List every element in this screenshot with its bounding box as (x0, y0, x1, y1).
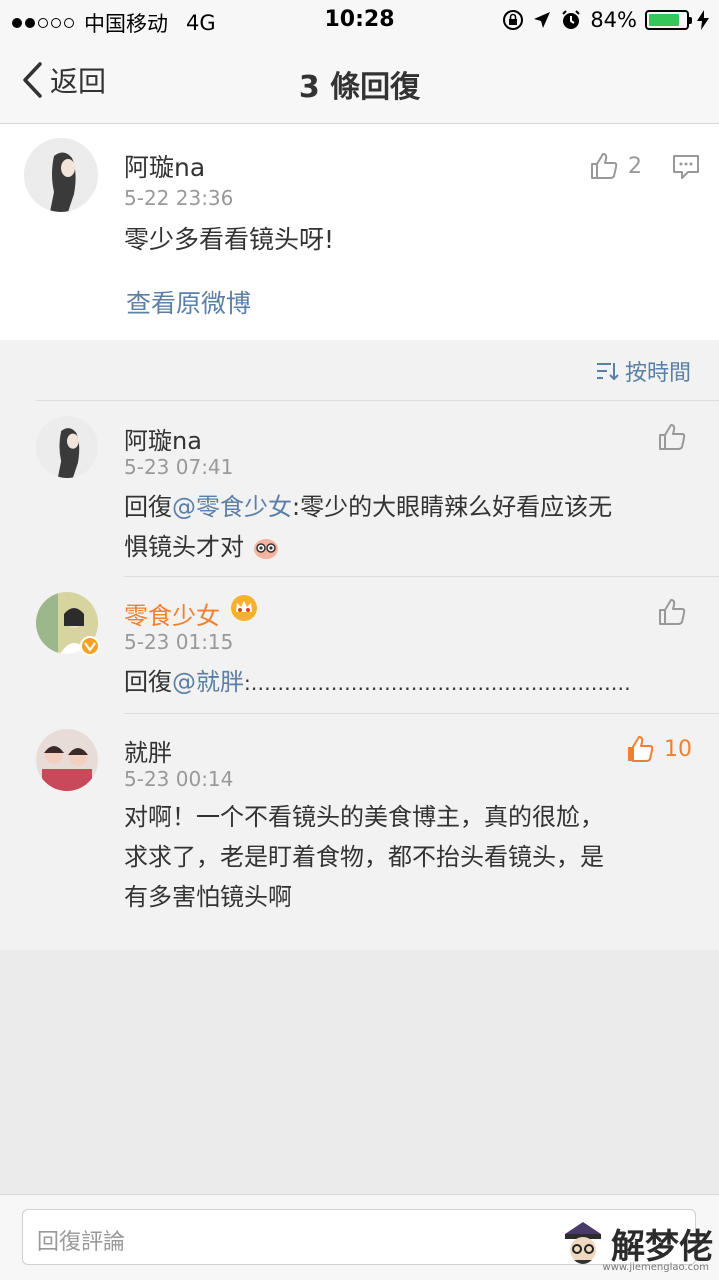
thumbs-up-icon (659, 424, 686, 450)
battery-percent: 84% (590, 8, 637, 32)
verified-badge-icon (80, 636, 100, 656)
rotation-lock-icon (503, 10, 524, 30)
comment-icon[interactable] (672, 154, 700, 180)
list-item: 阿璇na 5-23 07:41 回復@零食少女:零少的大眼睛辣么好看应该无 惧镜… (36, 400, 719, 576)
reply-text-line: 求求了，老是盯着食物，都不抬头看镜头，是 (124, 843, 604, 871)
navigation-bar: 返回 3 條回復 (0, 40, 719, 124)
reply-text: 对啊！一个不看镜头的美食博主，真的很尬， 求求了，老是盯着食物，都不抬头看镜头，… (124, 797, 604, 917)
avatar[interactable] (36, 729, 98, 791)
empty-area (0, 950, 719, 1194)
status-bar: 中国移动 4G 10:28 84% (0, 0, 719, 40)
watermark-text: 解梦佬 (611, 1226, 713, 1267)
sort-icon (596, 363, 619, 381)
reply-text: 回復@就胖:………………………………………………… (124, 662, 631, 703)
emoji-icon (253, 539, 278, 559)
thumbs-up-icon (591, 153, 618, 179)
comment-author[interactable]: 阿璇na (124, 148, 205, 184)
reply-text-line: 有多害怕镜头啊 (124, 883, 292, 911)
like-button[interactable] (656, 421, 688, 453)
like-count: 10 (664, 736, 692, 762)
reply-content: 零食少女 5-23 01:15 回復@就胖:………………………………………………… (36, 576, 719, 713)
watermark-logo: 解梦佬 www.jiemenglao.com (561, 1218, 713, 1273)
watermark-url: www.jiemenglao.com (602, 1262, 709, 1273)
reply-text-line: :零少的大眼睛辣么好看应该无 (292, 493, 613, 521)
avatar[interactable] (24, 138, 98, 212)
mention-link[interactable]: @零食少女 (172, 493, 292, 521)
reply-prefix: 回復 (124, 493, 172, 521)
battery-icon (645, 10, 692, 30)
location-arrow-icon (534, 12, 551, 28)
like-button[interactable]: 2 (588, 150, 642, 182)
reply-input-placeholder: 回復評論 (37, 1230, 126, 1255)
view-original-link[interactable]: 查看原微博 (126, 284, 251, 320)
comment-time: 5-22 23:36 (124, 186, 234, 210)
vip-crown-icon (231, 595, 257, 621)
reply-prefix: 回復 (124, 668, 172, 696)
reply-text-line: 惧镜头才对 (124, 533, 244, 561)
charging-bolt-icon (697, 10, 709, 30)
reply-text: 回復@零食少女:零少的大眼睛辣么好看应该无 惧镜头才对 (124, 487, 612, 567)
reply-time: 5-23 07:41 (124, 455, 234, 479)
avatar[interactable] (36, 416, 98, 478)
reply-content: 就胖 5-23 00:14 对啊！一个不看镜头的美食博主，真的很尬， 求求了，老… (36, 713, 719, 950)
reply-author[interactable]: 就胖 (124, 733, 172, 768)
reply-author[interactable]: 零食少女 (124, 596, 220, 631)
detective-mascot-icon (565, 1222, 601, 1264)
reply-text-line: 对啊！一个不看镜头的美食博主，真的很尬， (124, 803, 604, 831)
reply-text-line: :………………………………………………… (244, 671, 631, 695)
alarm-icon (562, 10, 581, 29)
main-comment: 阿璇na 5-22 23:36 零少多看看镜头呀! 查看原微博 2 (0, 124, 719, 340)
reply-time: 5-23 00:14 (124, 767, 234, 791)
page-title: 3 條回復 (298, 70, 421, 105)
thumbs-up-icon (628, 736, 654, 762)
like-button[interactable] (656, 596, 688, 628)
like-count: 2 (628, 153, 642, 179)
sort-toggle[interactable]: 按時間 (595, 355, 691, 387)
thumbs-up-icon (659, 599, 686, 625)
like-button[interactable]: 10 (624, 733, 692, 765)
reply-time: 5-23 01:15 (124, 630, 234, 654)
reply-author[interactable]: 阿璇na (124, 421, 202, 456)
reply-list: 阿璇na 5-23 07:41 回復@零食少女:零少的大眼睛辣么好看应该无 惧镜… (0, 400, 719, 950)
mention-link[interactable]: @就胖 (172, 668, 244, 696)
sort-label: 按時間 (624, 361, 691, 386)
comment-text: 零少多看看镜头呀! (124, 225, 335, 254)
